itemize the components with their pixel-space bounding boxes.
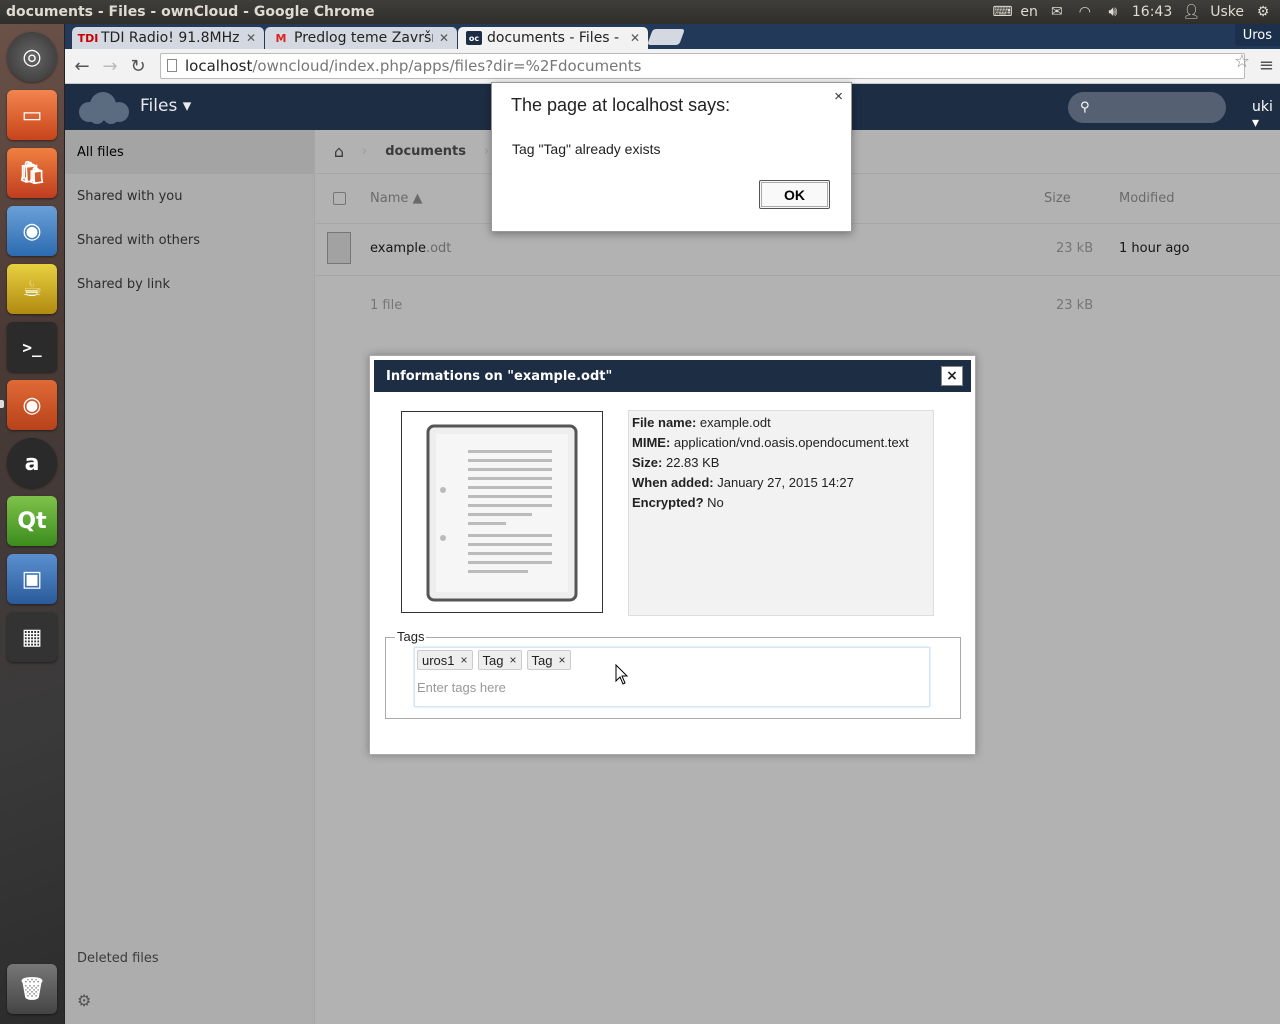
bookmark-star-icon[interactable]: ☆	[1234, 51, 1250, 72]
file-preview	[401, 411, 603, 613]
mouse-cursor-icon	[615, 664, 629, 685]
system-top-panel: documents - Files - ownCloud - Google Ch…	[0, 0, 1280, 24]
meta-added: January 27, 2015 14:27	[717, 475, 854, 490]
tab-label: documents - Files - o	[487, 30, 624, 46]
forward-arrow-icon[interactable]: →	[96, 52, 124, 80]
unity-launcher: ◎ ▭ 🛍︎ ◉ ☕︎ >_ ◉ a Qt ▣ ▦ 🗑︎	[0, 24, 65, 1024]
tag-chip: Tag ×	[477, 650, 522, 670]
wifi-icon[interactable]: ◠	[1076, 4, 1094, 20]
tab-owncloud[interactable]: oc documents - Files - o ✕	[458, 27, 648, 49]
dash-icon[interactable]: ◎	[7, 32, 57, 82]
file-info-dialog: Informations on "example.odt" × File nam…	[369, 355, 976, 755]
address-bar[interactable]: localhost/owncloud/index.php/apps/files?…	[160, 53, 1245, 79]
window-title: documents - Files - ownCloud - Google Ch…	[6, 4, 375, 20]
tags-legend: Tags	[395, 629, 427, 644]
profile-button[interactable]: Uros	[1234, 24, 1280, 46]
qt-creator-icon[interactable]: Qt	[7, 496, 57, 546]
page-icon	[167, 59, 177, 72]
clock[interactable]: 16:43	[1132, 4, 1172, 20]
running-indicator	[0, 400, 4, 408]
user-menu[interactable]: uki ▾	[1252, 99, 1280, 131]
virtualbox-icon[interactable]: ▣	[7, 554, 57, 604]
user-icon[interactable]: 👤︎	[1182, 4, 1200, 20]
chrome-icon[interactable]: ◉	[7, 380, 57, 430]
tab-label: TDI Radio! 91.8MHz	[101, 30, 240, 46]
tags-fieldset: Tags uros1 × Tag × Tag × Enter tags here	[385, 629, 961, 719]
reload-icon[interactable]: ↻	[124, 52, 152, 80]
ok-button[interactable]: OK	[759, 180, 830, 209]
keyboard-language[interactable]: en	[1020, 4, 1038, 20]
system-tray: ⌨ en ✉ ◠ 🔊︎ 16:43 👤︎ Uske ⚙	[992, 4, 1280, 20]
back-arrow-icon[interactable]: ←	[68, 52, 96, 80]
meta-encrypted: No	[707, 495, 724, 510]
tdi-favicon: TDI	[77, 31, 99, 45]
chromium-icon[interactable]: ◉	[7, 206, 57, 256]
tab-close-icon[interactable]: ✕	[246, 31, 256, 45]
alert-close-icon[interactable]: ×	[834, 88, 843, 105]
tag-list: uros1 × Tag × Tag ×	[417, 650, 571, 670]
tags-placeholder[interactable]: Enter tags here	[417, 680, 506, 695]
keyboard-icon[interactable]: ⌨	[992, 4, 1012, 20]
document-preview-icon	[426, 424, 578, 602]
dialog-title-text: Informations on "example.odt"	[386, 368, 613, 384]
meta-mime: application/vnd.oasis.opendocument.text	[673, 435, 909, 450]
power-gear-icon[interactable]: ⚙	[1254, 4, 1272, 20]
javascript-alert-dialog: The page at localhost says: × Tag "Tag" …	[491, 82, 852, 232]
chrome-menu-icon[interactable]: ≡	[1259, 55, 1274, 76]
remove-tag-icon[interactable]: ×	[559, 653, 566, 667]
url-path: /owncloud/index.php/apps/files?dir=%2Fdo…	[252, 57, 642, 75]
tab-label: Predlog teme Završnog	[294, 30, 433, 46]
browser-toolbar: ← → ↻ localhost/owncloud/index.php/apps/…	[65, 49, 1280, 84]
volume-icon[interactable]: 🔊︎	[1104, 4, 1122, 20]
url-host: localhost	[185, 57, 253, 75]
gmail-favicon: M	[275, 31, 287, 45]
tab-strip: TDI TDI Radio! 91.8MHz ✕ M Predlog teme …	[65, 24, 1280, 49]
terminal-icon[interactable]: >_	[7, 322, 57, 372]
amazon-icon[interactable]: a	[7, 438, 57, 488]
alert-message: Tag "Tag" already exists	[512, 141, 661, 157]
search-icon: ⚲	[1080, 100, 1090, 115]
session-user[interactable]: Uske	[1210, 4, 1244, 20]
tags-input[interactable]: uros1 × Tag × Tag × Enter tags here	[414, 647, 930, 707]
owncloud-logo-icon[interactable]	[73, 90, 135, 124]
new-tab-button[interactable]	[647, 29, 685, 45]
remove-tag-icon[interactable]: ×	[461, 653, 468, 667]
alert-title: The page at localhost says:	[511, 95, 731, 115]
teapot-app-icon[interactable]: ☕︎	[7, 264, 57, 314]
software-center-icon[interactable]: 🛍︎	[7, 148, 57, 198]
tab-close-icon[interactable]: ✕	[439, 31, 449, 45]
tab-close-icon[interactable]: ✕	[630, 31, 640, 45]
file-metadata: File name: example.odt MIME: application…	[628, 410, 934, 616]
workspace-switcher-icon[interactable]: ▦	[7, 612, 57, 662]
search-field[interactable]: ⚲	[1068, 92, 1226, 123]
mail-icon[interactable]: ✉	[1048, 4, 1066, 20]
remove-tag-icon[interactable]: ×	[510, 653, 517, 667]
meta-file-name: example.odt	[699, 415, 771, 430]
close-icon[interactable]: ×	[941, 366, 963, 386]
tab-gmail[interactable]: M Predlog teme Završnog ✕	[265, 27, 457, 49]
trash-icon[interactable]: 🗑︎	[7, 964, 57, 1014]
tab-tdi-radio[interactable]: TDI TDI Radio! 91.8MHz ✕	[72, 27, 264, 49]
dialog-title: Informations on "example.odt" ×	[374, 360, 971, 392]
app-menu[interactable]: Files ▾	[140, 96, 191, 116]
meta-size: 22.83 KB	[665, 455, 720, 470]
owncloud-favicon: oc	[466, 31, 482, 45]
tag-chip: uros1 ×	[417, 650, 473, 670]
files-icon[interactable]: ▭	[7, 90, 57, 140]
tag-chip: Tag ×	[526, 650, 571, 670]
